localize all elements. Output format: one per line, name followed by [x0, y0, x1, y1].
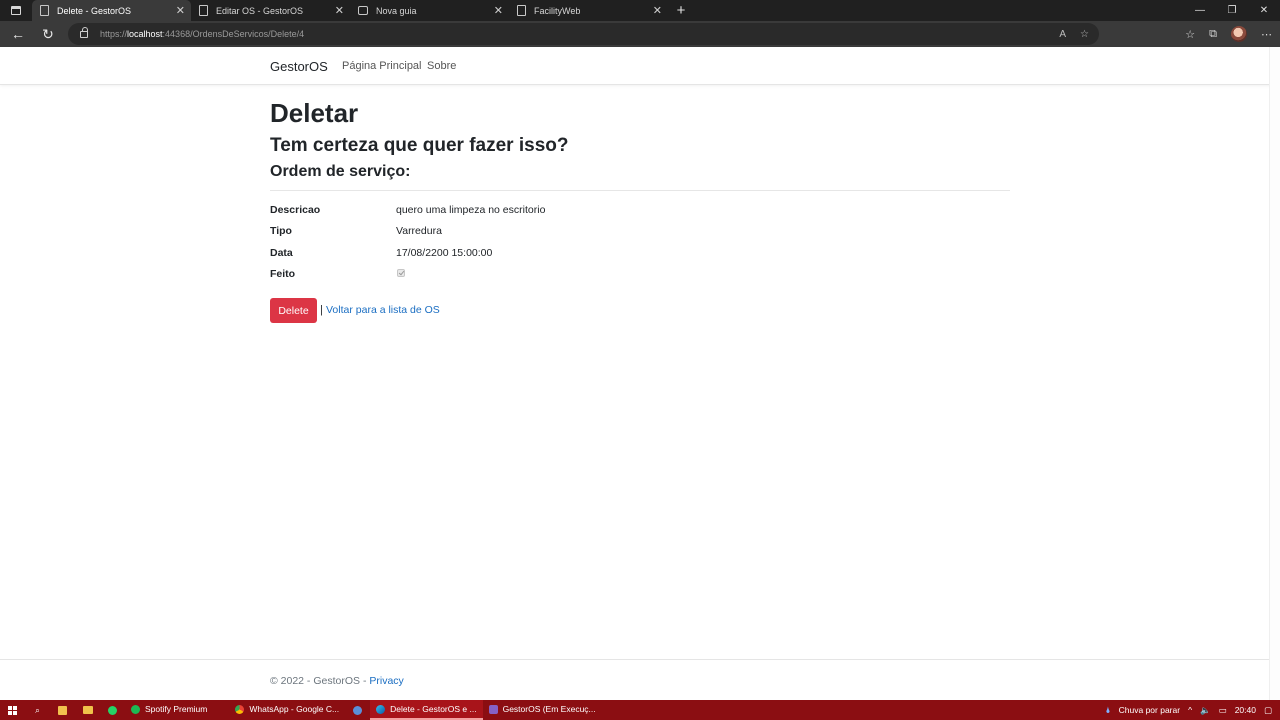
- weather-icon[interactable]: 🌢: [1106, 705, 1111, 716]
- field-label: Tipo: [270, 225, 292, 237]
- profile-avatar[interactable]: [1231, 26, 1247, 42]
- url-path: :44368/OrdensDeServicos/Delete/4: [162, 29, 305, 39]
- refresh-icon[interactable]: ↻: [33, 26, 63, 43]
- weather-text[interactable]: Chuva por parar: [1119, 705, 1180, 715]
- field-value: Varredura: [396, 225, 442, 237]
- file-explorer-icon[interactable]: [75, 700, 100, 720]
- network-icon[interactable]: ▭: [1219, 705, 1227, 716]
- close-tab-icon[interactable]: ✕: [494, 4, 503, 17]
- collections-icon[interactable]: ⧉: [1209, 28, 1217, 41]
- app-label: Spotify Premium: [145, 704, 208, 714]
- privacy-link[interactable]: Privacy: [369, 675, 403, 687]
- spotify-icon: [131, 704, 140, 714]
- browser-icon[interactable]: [345, 700, 370, 720]
- site-navbar: GestorOS Página Principal Sobre: [0, 47, 1280, 85]
- app-label: GestorOS (Em Execuç...: [502, 704, 596, 714]
- field-row-data: Data 17/08/2200 15:00:00: [270, 247, 1010, 265]
- tab-label: Delete - GestorOS: [57, 5, 132, 16]
- minimize-icon[interactable]: —: [1184, 5, 1216, 16]
- page-icon: [517, 5, 526, 16]
- more-options-icon[interactable]: ⋯: [1261, 28, 1272, 41]
- tab-facilityweb[interactable]: FacilityWeb ✕: [509, 0, 668, 21]
- start-icon[interactable]: [0, 700, 25, 720]
- taskbar-app-edge[interactable]: Delete - GestorOS e ...: [370, 700, 483, 720]
- tab-delete-gestoros[interactable]: Delete - GestorOS ✕: [32, 0, 191, 21]
- page-icon: [199, 5, 208, 16]
- footer: © 2022 - GestorOS - Privacy: [0, 659, 1269, 700]
- copyright: © 2022 - GestorOS -: [270, 675, 370, 687]
- app-label: WhatsApp - Google C...: [249, 704, 340, 714]
- confirm-question: Tem certeza que quer fazer isso?: [270, 135, 569, 156]
- clock[interactable]: 20:40: [1235, 705, 1256, 715]
- url-prefix: https://: [100, 29, 128, 39]
- separator: |: [320, 304, 323, 316]
- notifications-icon[interactable]: ▢: [1264, 705, 1272, 716]
- close-window-icon[interactable]: ✕: [1248, 5, 1280, 16]
- whatsapp-icon[interactable]: [100, 700, 125, 720]
- new-tab-button[interactable]: +: [668, 0, 694, 21]
- brand-link[interactable]: GestorOS: [270, 59, 328, 74]
- tab-actions-icon[interactable]: [0, 0, 32, 21]
- section-heading: Ordem de serviço:: [270, 163, 411, 180]
- field-row-feito: Feito: [270, 268, 1010, 286]
- divider: [270, 190, 1010, 191]
- nav-link-home[interactable]: Página Principal: [342, 60, 422, 72]
- close-tab-icon[interactable]: ✕: [335, 4, 344, 17]
- volume-icon[interactable]: 🔈: [1200, 705, 1211, 716]
- field-label: Data: [270, 247, 293, 259]
- close-tab-icon[interactable]: ✕: [176, 4, 185, 17]
- tab-editar-os[interactable]: Editar OS - GestorOS ✕: [191, 0, 350, 21]
- back-to-list-link[interactable]: Voltar para a lista de OS: [326, 304, 440, 316]
- field-row-descricao: Descricao quero uma limpeza no escritori…: [270, 204, 1010, 222]
- page-scrollbar[interactable]: [1269, 47, 1280, 700]
- tab-label: Editar OS - GestorOS: [216, 5, 304, 16]
- footer-text: © 2022 - GestorOS - Privacy: [270, 675, 404, 687]
- field-label: Feito: [270, 268, 296, 280]
- chevron-up-icon[interactable]: ^: [1188, 705, 1192, 715]
- url-host: localhost: [127, 29, 163, 39]
- taskbar-app-whatsapp-chrome[interactable]: WhatsApp - Google C...: [229, 700, 345, 720]
- address-bar[interactable]: https://localhost:44368/OrdensDeServicos…: [68, 23, 1099, 45]
- back-arrow-icon[interactable]: ←: [3, 26, 33, 42]
- edge-icon: [376, 704, 386, 714]
- tab-nova-guia[interactable]: Nova guia ✕: [350, 0, 509, 21]
- windows-taskbar: ⌕ Spotify Premium WhatsApp - Google C...…: [0, 700, 1280, 720]
- chrome-icon: [235, 704, 245, 714]
- new-tab-page-icon: [358, 6, 368, 15]
- lock-icon[interactable]: [80, 26, 88, 38]
- browser-toolbar: ← ↻ https://localhost:44368/OrdensDeServ…: [0, 21, 1280, 47]
- app-label: Delete - GestorOS e ...: [390, 704, 477, 714]
- read-aloud-icon[interactable]: A: [1059, 29, 1066, 40]
- window-controls: — ❐ ✕: [1184, 0, 1280, 21]
- taskbar-app-spotify[interactable]: Spotify Premium: [125, 700, 213, 720]
- taskbar-app-visual-studio[interactable]: GestorOS (Em Execuç...: [483, 700, 602, 720]
- delete-button[interactable]: Delete: [270, 298, 317, 323]
- browser-tab-bar: Delete - GestorOS ✕ Editar OS - GestorOS…: [0, 0, 1280, 21]
- visual-studio-icon: [488, 704, 498, 714]
- field-row-tipo: Tipo Varredura: [270, 225, 1010, 243]
- search-icon[interactable]: ⌕: [25, 700, 50, 720]
- add-favorite-icon[interactable]: ☆: [1080, 29, 1089, 40]
- close-tab-icon[interactable]: ✕: [653, 4, 662, 17]
- field-value: quero uma limpeza no escritorio: [396, 204, 546, 216]
- widgets-icon[interactable]: [50, 700, 75, 720]
- tab-label: Nova guia: [376, 5, 417, 16]
- field-label: Descricao: [270, 204, 321, 216]
- feito-checkbox: [397, 269, 405, 277]
- field-value: 17/08/2200 15:00:00: [396, 247, 493, 259]
- page-icon: [40, 5, 49, 16]
- restore-icon[interactable]: ❐: [1216, 5, 1248, 16]
- tab-label: FacilityWeb: [534, 5, 581, 16]
- system-tray: 🌢 Chuva por parar ^ 🔈 ▭ 20:40 ▢: [1106, 705, 1280, 716]
- favorites-icon[interactable]: ☆: [1185, 28, 1195, 41]
- page-title: Deletar: [270, 98, 359, 128]
- nav-link-about[interactable]: Sobre: [427, 60, 456, 72]
